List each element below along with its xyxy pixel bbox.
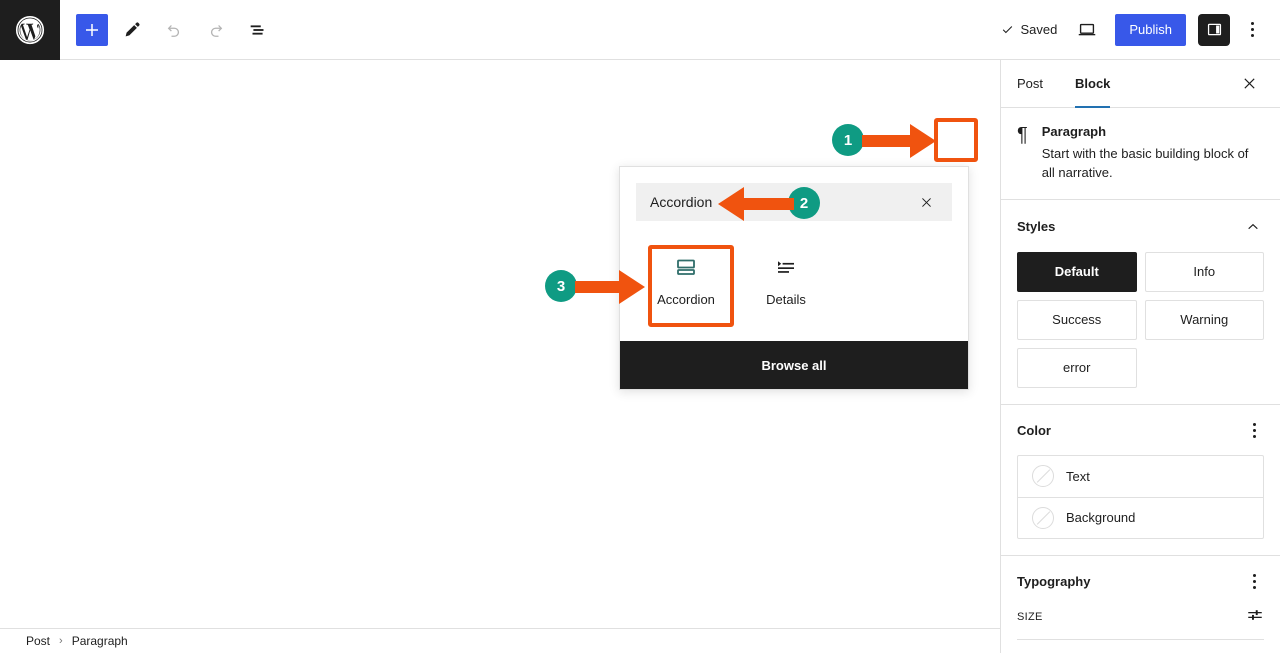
color-row-label: Text xyxy=(1066,468,1090,484)
background-color-swatch-icon xyxy=(1032,506,1054,529)
breadcrumb-item-post[interactable]: Post xyxy=(26,634,50,648)
editor-options-three-dots-icon[interactable] xyxy=(1236,12,1268,48)
details-block-icon xyxy=(774,255,798,279)
styles-panel: Styles Default Info Success Warning erro… xyxy=(1001,200,1280,405)
color-panel-title: Color xyxy=(1017,423,1051,439)
accordion-block-icon xyxy=(674,255,698,279)
typography-panel-header: Typography xyxy=(1017,572,1264,592)
settings-sidebar: Post Block ¶ Paragraph Start with the ba… xyxy=(1000,60,1280,653)
inserter-search-field[interactable]: Accordion xyxy=(636,183,952,221)
chevron-up-icon[interactable] xyxy=(1242,216,1264,238)
text-color-swatch-icon xyxy=(1032,465,1054,488)
style-option-success[interactable]: Success xyxy=(1017,299,1137,340)
document-overview-list-icon[interactable] xyxy=(240,12,276,48)
typography-panel: Typography SIZE xyxy=(1001,556,1280,653)
inserter-search-wrapper: Accordion xyxy=(620,167,968,221)
wordpress-logo-icon[interactable] xyxy=(0,0,60,60)
color-panel: Color Text Background xyxy=(1001,405,1280,556)
color-row-background[interactable]: Background xyxy=(1018,496,1263,538)
editor-top-toolbar: Saved Publish xyxy=(0,0,1280,60)
font-size-label: SIZE xyxy=(1017,611,1043,624)
style-variation-grid: Default Info Success Warning error xyxy=(1017,251,1264,388)
tools-pencil-icon[interactable] xyxy=(114,12,150,48)
block-description: Start with the basic building block of a… xyxy=(1041,146,1249,180)
paragraph-pilcrow-icon: ¶ xyxy=(1017,124,1028,146)
font-size-control: SIZE xyxy=(1017,606,1264,640)
saved-status[interactable]: Saved xyxy=(993,22,1065,37)
browse-all-button[interactable]: Browse all xyxy=(620,341,968,389)
style-option-error[interactable]: error xyxy=(1017,347,1137,388)
clear-search-x-icon[interactable] xyxy=(914,190,938,214)
undo-arrow-icon[interactable] xyxy=(156,12,192,48)
inserter-result-label: Accordion xyxy=(657,292,715,307)
font-size-sliders-icon[interactable] xyxy=(1246,606,1264,629)
inserter-search-value: Accordion xyxy=(650,194,713,210)
color-row-label: Background xyxy=(1066,510,1136,526)
style-option-info[interactable]: Info xyxy=(1144,251,1264,292)
toolbar-right-group: Saved Publish xyxy=(993,12,1280,48)
inserter-results-grid: Accordion Details xyxy=(620,221,968,341)
block-inserter-popover: Accordion Accordion Details Browse all xyxy=(619,166,969,390)
color-panel-header: Color xyxy=(1017,421,1264,441)
saved-label-text: Saved xyxy=(1020,22,1058,37)
tab-block[interactable]: Block xyxy=(1059,60,1126,108)
preview-laptop-icon[interactable] xyxy=(1069,12,1105,48)
settings-sidebar-toggle-icon[interactable] xyxy=(1198,13,1230,46)
typography-options-three-dots-icon[interactable] xyxy=(1244,572,1264,592)
color-options-three-dots-icon[interactable] xyxy=(1244,421,1264,441)
breadcrumb-separator-icon: › xyxy=(59,635,63,647)
inserter-result-label: Details xyxy=(766,292,806,307)
inserter-result-accordion[interactable]: Accordion xyxy=(636,237,736,325)
inserter-result-details[interactable]: Details xyxy=(736,237,836,325)
block-title: Paragraph xyxy=(1041,124,1107,139)
color-options-list: Text Background xyxy=(1017,454,1264,539)
add-block-inserter-button[interactable] xyxy=(76,13,108,46)
checkmark-icon xyxy=(1003,26,1013,34)
typography-panel-title: Typography xyxy=(1017,574,1091,590)
styles-panel-header: Styles xyxy=(1017,216,1264,238)
publish-button[interactable]: Publish xyxy=(1115,13,1186,46)
editor-root: Saved Publish Accordion Accordion Detail… xyxy=(0,0,1280,653)
breadcrumb-item-paragraph[interactable]: Paragraph xyxy=(72,634,128,648)
style-option-default[interactable]: Default xyxy=(1017,251,1137,292)
tab-post[interactable]: Post xyxy=(1017,60,1059,108)
style-option-warning[interactable]: Warning xyxy=(1144,299,1264,340)
sidebar-tabs: Post Block xyxy=(1001,60,1280,108)
selected-block-info: ¶ Paragraph Start with the basic buildin… xyxy=(1001,108,1280,200)
styles-panel-title: Styles xyxy=(1017,219,1056,235)
redo-arrow-icon[interactable] xyxy=(198,12,234,48)
close-sidebar-x-icon[interactable] xyxy=(1234,69,1264,99)
toolbar-left-group xyxy=(60,12,276,48)
color-row-text[interactable]: Text xyxy=(1018,456,1263,497)
breadcrumb: Post › Paragraph xyxy=(0,628,1000,653)
